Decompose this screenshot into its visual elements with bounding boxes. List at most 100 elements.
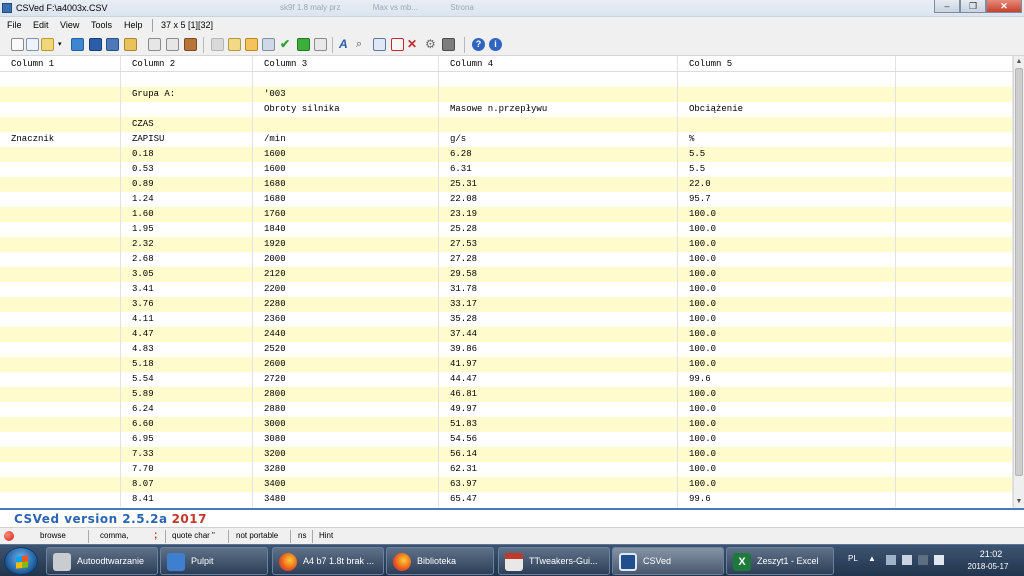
table-row[interactable]: 4.83 2520 39.86 100.0 [0,342,1013,357]
grid-cell[interactable]: Znacznik [0,132,121,147]
grid-cell[interactable]: 99.6 [678,492,896,507]
table-row[interactable]: Znacznik ZAPISU /min g/s % [0,132,1013,147]
book-icon[interactable] [184,38,197,51]
grid-cell[interactable]: 5.54 [121,372,253,387]
grid-cell[interactable] [0,252,121,267]
paste-icon[interactable] [228,38,241,51]
grid-view-icon[interactable] [442,38,455,51]
column-header[interactable]: Column 2 [121,56,253,71]
menu-edit[interactable]: Edit [33,20,49,30]
flag-icon[interactable] [902,555,912,565]
grid-cell[interactable]: 100.0 [678,432,896,447]
grid-cell[interactable]: 3480 [253,492,439,507]
battery-icon[interactable] [918,555,928,565]
grid-cell[interactable]: 4.47 [121,327,253,342]
menu-view[interactable]: View [60,20,79,30]
task-pdf[interactable]: TTweakers-Gui... [498,547,610,575]
grid-cell[interactable] [0,492,121,507]
table-row[interactable]: 8.07 3400 63.97 100.0 [0,477,1013,492]
grid-cell[interactable]: 2360 [253,312,439,327]
grid-cell[interactable]: /min [253,132,439,147]
volume-icon[interactable] [934,555,944,565]
data-grid[interactable]: Column 1 Column 2 Column 3 Column 4 Colu… [0,56,1013,508]
grid-cell[interactable] [0,357,121,372]
grid-cell[interactable]: 1760 [253,207,439,222]
grid-cell[interactable]: 2.68 [121,252,253,267]
grid-cell[interactable] [0,267,121,282]
grid-cell[interactable]: 3.05 [121,267,253,282]
grid-cell[interactable]: 62.31 [439,462,678,477]
grid-cell[interactable] [0,147,121,162]
refresh-icon[interactable] [71,38,84,51]
grid-cell[interactable]: 2600 [253,357,439,372]
task-firefox-2[interactable]: Biblioteka [386,547,494,575]
table-row[interactable]: 5.54 2720 44.47 99.6 [0,372,1013,387]
grid-cell[interactable]: 3.41 [121,282,253,297]
grid-cell[interactable] [678,87,896,102]
grid-cell[interactable] [0,297,121,312]
table-row[interactable]: 7.70 3280 62.31 100.0 [0,462,1013,477]
grid-cell[interactable]: 1600 [253,162,439,177]
table-row[interactable]: 5.89 2800 46.81 100.0 [0,387,1013,402]
grid-cell[interactable]: 100.0 [678,297,896,312]
column-header[interactable]: Column 3 [253,56,439,71]
grid-cell[interactable] [439,72,678,87]
accept-icon[interactable] [297,38,310,51]
grid-cell[interactable]: 100.0 [678,462,896,477]
grid-cell[interactable]: 100.0 [678,282,896,297]
grid-cell[interactable]: '003 [253,87,439,102]
grid-cell[interactable] [0,102,121,117]
grid-cell[interactable]: 1.24 [121,192,253,207]
grid-cell[interactable]: 46.81 [439,387,678,402]
grid-cell[interactable]: 2440 [253,327,439,342]
table-row[interactable]: 6.60 3000 51.83 100.0 [0,417,1013,432]
grid-cell[interactable]: 1920 [253,237,439,252]
grid-cell[interactable] [0,177,121,192]
grid-cell[interactable]: 6.24 [121,402,253,417]
task-excel[interactable]: X Zeszyt1 - Excel [726,547,834,575]
save-as-icon[interactable] [106,38,119,51]
grid-cell[interactable] [0,432,121,447]
grid-cell[interactable]: 2720 [253,372,439,387]
column-header[interactable]: Column 1 [0,56,121,71]
info-icon[interactable]: i [489,38,502,51]
settings-icon[interactable]: ⚙ [425,38,438,51]
clock-time[interactable]: 21:02 [966,549,1016,559]
grid-cell[interactable]: 2000 [253,252,439,267]
remove-icon[interactable] [391,38,404,51]
grid-cell[interactable] [0,402,121,417]
grid-cell[interactable] [0,192,121,207]
grid-cell[interactable]: 100.0 [678,342,896,357]
table-row[interactable]: 3.76 2280 33.17 100.0 [0,297,1013,312]
grid-cell[interactable] [0,72,121,87]
grid-cell[interactable]: 3400 [253,477,439,492]
grid-cell[interactable]: 1680 [253,192,439,207]
table-row[interactable]: 3.41 2200 31.78 100.0 [0,282,1013,297]
table-row[interactable]: 5.18 2600 41.97 100.0 [0,357,1013,372]
table-row[interactable]: Obroty silnika Masowe n.przepływu Obciążen… [0,102,1013,117]
grid-cell[interactable]: 27.28 [439,252,678,267]
show-hidden-icons-icon[interactable]: ▲ [868,554,876,563]
grid-cell[interactable] [0,477,121,492]
grid-cell[interactable]: 49.97 [439,402,678,417]
table-row[interactable]: 1.24 1680 22.08 95.7 [0,192,1013,207]
grid-cell[interactable]: Obciążenie [678,102,896,117]
grid-cell[interactable]: 100.0 [678,327,896,342]
grid-cell[interactable]: 1600 [253,147,439,162]
grid-cell[interactable] [0,237,121,252]
bookmark-icon[interactable] [245,38,258,51]
grid-cell[interactable]: 54.56 [439,432,678,447]
table-row[interactable] [0,72,1013,87]
grid-cell[interactable]: 8.41 [121,492,253,507]
grid-cell[interactable]: 5.18 [121,357,253,372]
table-row[interactable]: Grupa A: '003 [0,87,1013,102]
grid-cell[interactable]: CZAS [121,117,253,132]
add-icon[interactable] [314,38,327,51]
menu-tools[interactable]: Tools [91,20,112,30]
scrollbar-thumb[interactable] [1015,68,1023,476]
table-row[interactable]: 0.53 1600 6.31 5.5 [0,162,1013,177]
grid-cell[interactable]: 100.0 [678,237,896,252]
grid-cell[interactable]: 2280 [253,297,439,312]
grid-cell[interactable]: 27.53 [439,237,678,252]
grid-cell[interactable] [0,387,121,402]
